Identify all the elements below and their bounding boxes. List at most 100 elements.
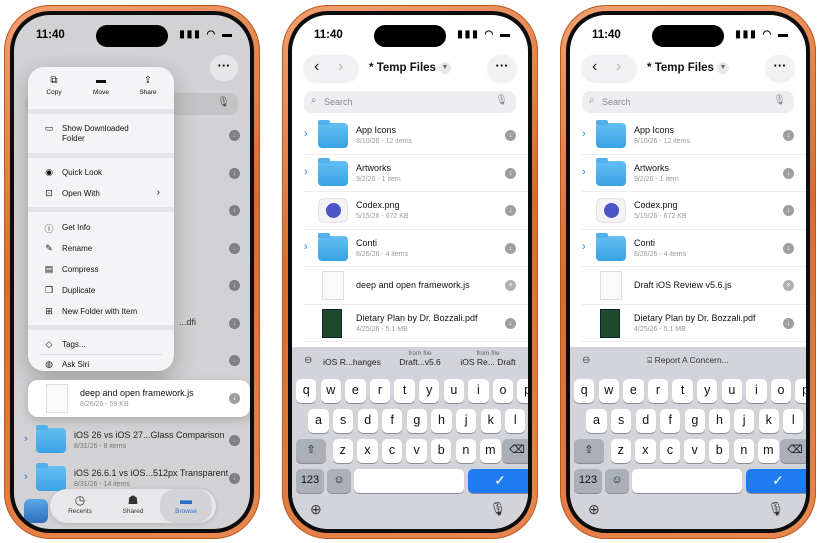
key-d[interactable]: d <box>357 409 378 433</box>
delete-key[interactable]: ⌫ <box>502 439 528 463</box>
chevron-right-icon[interactable]: › <box>24 471 28 483</box>
list-item[interactable]: Codex.png 5/15/26 - 672 KB ↓ <box>304 192 528 230</box>
menu-item-rename[interactable]: ✎ Rename <box>28 239 174 259</box>
key-x[interactable]: x <box>635 439 656 463</box>
file-name-input[interactable]: deep and open framework.js <box>356 280 470 290</box>
key-u[interactable]: u <box>443 379 464 403</box>
clear-text-icon[interactable]: × <box>783 280 794 291</box>
key-k[interactable]: k <box>758 409 779 433</box>
key-f[interactable]: f <box>660 409 681 433</box>
return-key[interactable]: ✓ <box>746 469 806 493</box>
list-item-renaming[interactable]: Draft iOS Review v5.6.js × <box>582 267 806 305</box>
chevron-down-icon[interactable]: ▼ <box>438 62 451 74</box>
microphone-icon[interactable]: 🎙 <box>773 95 786 106</box>
key-f[interactable]: f <box>382 409 403 433</box>
key-q[interactable]: q <box>574 379 595 403</box>
download-icon[interactable]: ↓ <box>505 317 516 329</box>
dictation-mic-icon[interactable]: 🎙 <box>489 501 506 517</box>
key-l[interactable]: l <box>783 409 804 433</box>
key-y[interactable]: y <box>419 379 440 403</box>
key-d[interactable]: d <box>635 409 656 433</box>
app-icon[interactable] <box>24 499 48 523</box>
globe-icon[interactable]: ⊕ <box>310 501 322 518</box>
delete-key[interactable]: ⌫ <box>780 439 806 463</box>
key-j[interactable]: j <box>455 409 477 433</box>
chevron-down-icon[interactable]: ▼ <box>716 62 729 74</box>
suggestion-2[interactable]: from file Draft...v5.6 <box>390 350 450 367</box>
download-icon[interactable]: ↓ <box>229 393 240 404</box>
chevron-right-icon[interactable]: › <box>304 241 314 253</box>
key-z[interactable]: z <box>332 439 353 463</box>
key-i[interactable]: i <box>468 379 489 403</box>
shift-key[interactable]: ⇧ <box>296 439 326 463</box>
key-l[interactable]: l <box>505 409 526 433</box>
menu-item-compress[interactable]: ▤ Compress <box>28 260 174 280</box>
list-item[interactable]: › Conti 8/26/26 - 4 items ↓ <box>304 230 528 267</box>
key-n[interactable]: n <box>733 439 754 463</box>
key-g[interactable]: g <box>684 409 706 433</box>
list-item[interactable]: Dietary Plan by Dr. Bozzali.pdf 4/25/26 … <box>582 305 806 342</box>
menu-item-tags[interactable]: ◇ Tags... <box>28 335 174 355</box>
space-key[interactable] <box>354 469 464 493</box>
download-icon[interactable]: ↓ <box>783 205 794 216</box>
list-item[interactable]: › Conti 8/26/26 - 4 items ↓ <box>582 230 806 267</box>
key-c[interactable]: c <box>659 439 681 463</box>
emoji-key[interactable]: ☺ <box>605 469 629 493</box>
globe-icon[interactable]: ⊕ <box>588 501 600 518</box>
key-j[interactable]: j <box>733 409 755 433</box>
download-icon[interactable]: ↓ <box>505 205 516 216</box>
key-k[interactable]: k <box>480 409 501 433</box>
menu-item-get-info[interactable]: ⓘ Get Info <box>28 218 174 238</box>
key-s[interactable]: s <box>610 409 632 433</box>
key-a[interactable]: a <box>308 409 329 433</box>
menu-item-quick-look[interactable]: ◉ Quick Look <box>28 163 174 183</box>
key-o[interactable]: o <box>770 379 792 403</box>
dictation-mic-icon[interactable]: 🎙 <box>767 501 784 517</box>
chevron-right-icon[interactable]: › <box>304 128 314 140</box>
download-icon[interactable]: ↓ <box>783 167 794 179</box>
key-o[interactable]: o <box>492 379 514 403</box>
key-y[interactable]: y <box>697 379 718 403</box>
key-v[interactable]: v <box>406 439 427 463</box>
numbers-key[interactable]: 123 <box>296 469 324 493</box>
menu-item-open-with[interactable]: ⊡ Open With › <box>28 184 174 204</box>
download-icon[interactable]: ↓ <box>505 167 516 179</box>
key-h[interactable]: h <box>431 409 452 433</box>
microphone-icon[interactable]: 🎙 <box>495 95 508 106</box>
download-icon[interactable]: ↓ <box>783 317 794 329</box>
return-key[interactable]: ✓ <box>468 469 528 493</box>
menu-item-new-folder-with-item[interactable]: ⊞ New Folder with Item <box>28 302 174 322</box>
microphone-icon[interactable]: 🎙 <box>217 97 230 108</box>
numbers-key[interactable]: 123 <box>574 469 602 493</box>
key-h[interactable]: h <box>709 409 730 433</box>
key-p[interactable]: p <box>795 379 806 403</box>
key-b[interactable]: b <box>431 439 452 463</box>
key-i[interactable]: i <box>746 379 767 403</box>
list-item[interactable]: › App Icons 8/10/26 - 12 items ↓ <box>304 117 528 155</box>
clear-text-icon[interactable]: × <box>505 280 516 291</box>
copy-button[interactable]: ⧉ Copy <box>34 75 74 96</box>
chevron-right-icon[interactable]: › <box>582 128 592 140</box>
suggestion-3[interactable]: from file iOS Re... Draft <box>458 350 518 367</box>
key-m[interactable]: m <box>480 439 501 463</box>
space-key[interactable] <box>632 469 742 493</box>
search-input[interactable]: ⌕ Search 🎙 <box>582 91 794 113</box>
key-x[interactable]: x <box>357 439 378 463</box>
suggestion-1[interactable]: iOS R...hanges <box>322 350 382 367</box>
chevron-right-icon[interactable]: › <box>582 241 592 253</box>
minus-circle-icon[interactable]: ⊖ <box>304 355 312 366</box>
tab-browse[interactable]: ▬ Browse <box>160 489 212 523</box>
key-m[interactable]: m <box>758 439 779 463</box>
key-n[interactable]: n <box>455 439 476 463</box>
download-icon[interactable]: ↓ <box>229 473 240 484</box>
report-concern-button[interactable]: ⌸ Report A Concern... <box>570 355 806 366</box>
list-item[interactable]: › App Icons 8/10/26 - 12 items ↓ <box>582 117 806 155</box>
key-e[interactable]: e <box>623 379 644 403</box>
move-button[interactable]: ▬ Move <box>81 75 121 96</box>
list-item[interactable]: › iOS 26 vs iOS 27...Glass Comparison 8/… <box>14 422 250 460</box>
key-g[interactable]: g <box>406 409 428 433</box>
key-t[interactable]: t <box>394 379 415 403</box>
menu-item-duplicate[interactable]: ❐ Duplicate <box>28 281 174 301</box>
key-p[interactable]: p <box>517 379 528 403</box>
download-icon[interactable]: ↓ <box>505 130 516 141</box>
